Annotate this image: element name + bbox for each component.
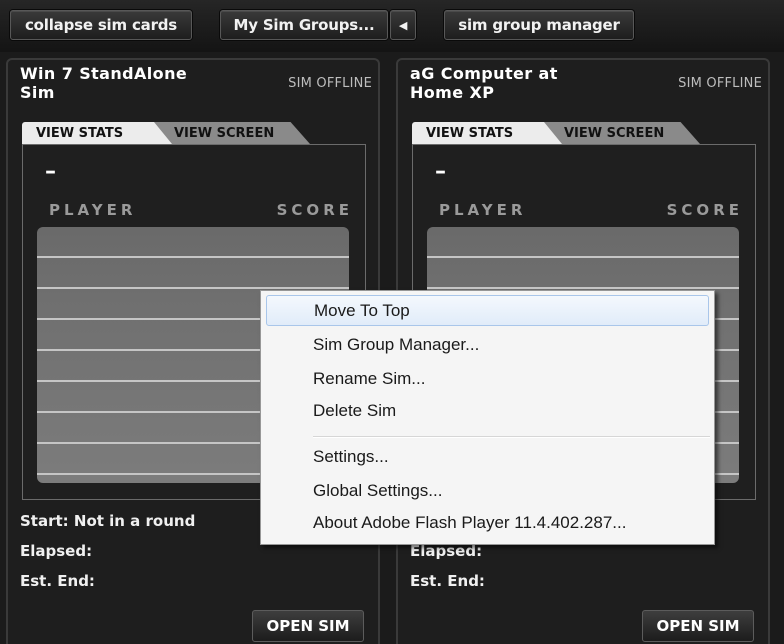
round-elapsed: Elapsed: bbox=[20, 542, 93, 560]
sim-status: SIM OFFLINE bbox=[678, 76, 762, 91]
tab-view-screen[interactable]: VIEW SCREEN bbox=[148, 122, 310, 144]
menu-item-rename-sim[interactable]: Rename Sim... bbox=[266, 363, 709, 394]
tab-view-stats[interactable]: VIEW STATS bbox=[22, 122, 172, 144]
sim-groups-dropdown[interactable]: My Sim Groups... bbox=[220, 10, 388, 40]
menu-item-move-to-top[interactable]: Move To Top bbox=[266, 295, 709, 326]
tab-view-screen[interactable]: VIEW SCREEN bbox=[538, 122, 700, 144]
menu-item-about-flash-player[interactable]: About Adobe Flash Player 11.4.402.287... bbox=[266, 507, 709, 538]
sim-name-line1: Win 7 StandAlone bbox=[20, 64, 188, 83]
sim-name: aG Computer at Home XP bbox=[410, 64, 620, 102]
round-start: Start: Not in a round bbox=[20, 512, 196, 530]
round-est-end: Est. End: bbox=[20, 572, 95, 590]
tab-view-stats[interactable]: VIEW STATS bbox=[412, 122, 562, 144]
open-sim-button[interactable]: OPEN SIM bbox=[252, 610, 364, 642]
sim-group-manager-button[interactable]: sim group manager bbox=[444, 10, 634, 40]
score-column-header: SCORE bbox=[276, 201, 353, 219]
menu-item-delete-sim[interactable]: Delete Sim bbox=[266, 395, 709, 426]
top-toolbar: collapse sim cards My Sim Groups... ◀ si… bbox=[0, 0, 784, 52]
menu-item-sim-group-manager[interactable]: Sim Group Manager... bbox=[266, 329, 709, 360]
menu-item-settings[interactable]: Settings... bbox=[266, 441, 709, 472]
sim-name-line2: Home XP bbox=[410, 83, 495, 102]
round-name: – bbox=[45, 159, 56, 184]
score-column-header: SCORE bbox=[666, 201, 743, 219]
sim-status: SIM OFFLINE bbox=[288, 76, 372, 91]
collapse-sim-cards-button[interactable]: collapse sim cards bbox=[10, 10, 192, 40]
context-menu: Move To Top Sim Group Manager... Rename … bbox=[260, 290, 715, 545]
chevron-left-icon[interactable]: ◀ bbox=[390, 10, 416, 40]
round-est-end: Est. End: bbox=[410, 572, 485, 590]
open-sim-button[interactable]: OPEN SIM bbox=[642, 610, 754, 642]
sim-name-line2: Sim bbox=[20, 83, 55, 102]
sim-name: Win 7 StandAlone Sim bbox=[20, 64, 230, 102]
menu-separator bbox=[313, 436, 710, 438]
player-column-header: PLAYER bbox=[439, 201, 527, 219]
sim-name-line1: aG Computer at bbox=[410, 64, 558, 83]
round-name: – bbox=[435, 159, 446, 184]
menu-item-global-settings[interactable]: Global Settings... bbox=[266, 475, 709, 506]
player-column-header: PLAYER bbox=[49, 201, 137, 219]
